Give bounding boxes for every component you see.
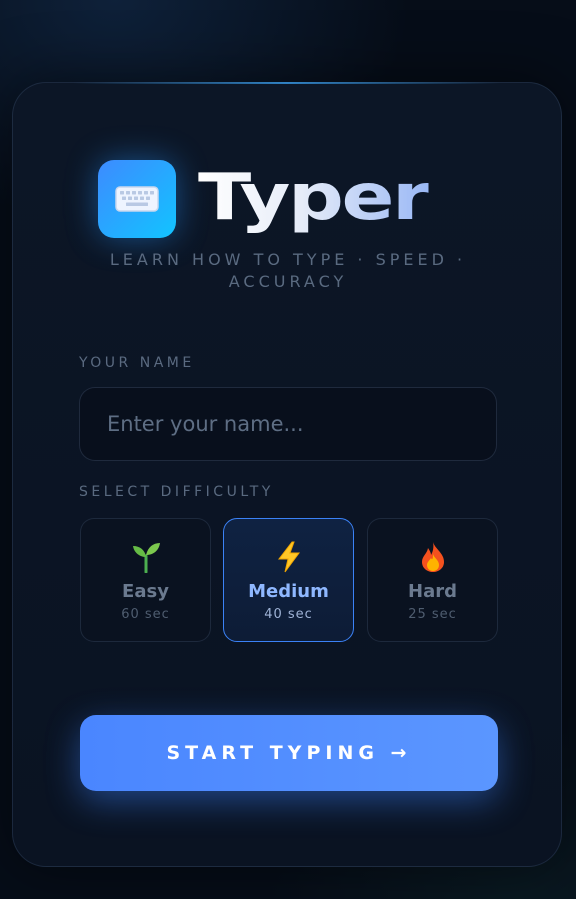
start-typing-button[interactable]: START TYPING → [80,715,498,791]
tagline: LEARN HOW TO TYPE · SPEED · ACCURACY [109,250,467,291]
lightning-icon [224,541,353,573]
difficulty-name: Medium [248,581,329,602]
difficulty-name: Hard [408,581,457,602]
difficulty-option-easy[interactable]: Easy 60 sec [80,518,211,642]
name-input[interactable] [79,387,497,461]
app-title: Typer [198,161,430,235]
difficulty-time: 25 sec [408,607,457,622]
fire-icon [368,541,497,573]
keyboard-icon [98,160,176,238]
seedling-icon [81,541,210,573]
name-label: YOUR NAME [79,355,195,371]
difficulty-name: Easy [122,581,169,602]
difficulty-time: 40 sec [264,607,313,622]
difficulty-label: SELECT DIFFICULTY [79,484,274,500]
difficulty-time: 60 sec [121,607,170,622]
difficulty-option-hard[interactable]: Hard 25 sec [367,518,498,642]
login-card: Typer LEARN HOW TO TYPE · SPEED · ACCURA… [12,82,562,867]
card-top-glow [73,82,501,84]
difficulty-option-medium[interactable]: Medium 40 sec [223,518,354,642]
